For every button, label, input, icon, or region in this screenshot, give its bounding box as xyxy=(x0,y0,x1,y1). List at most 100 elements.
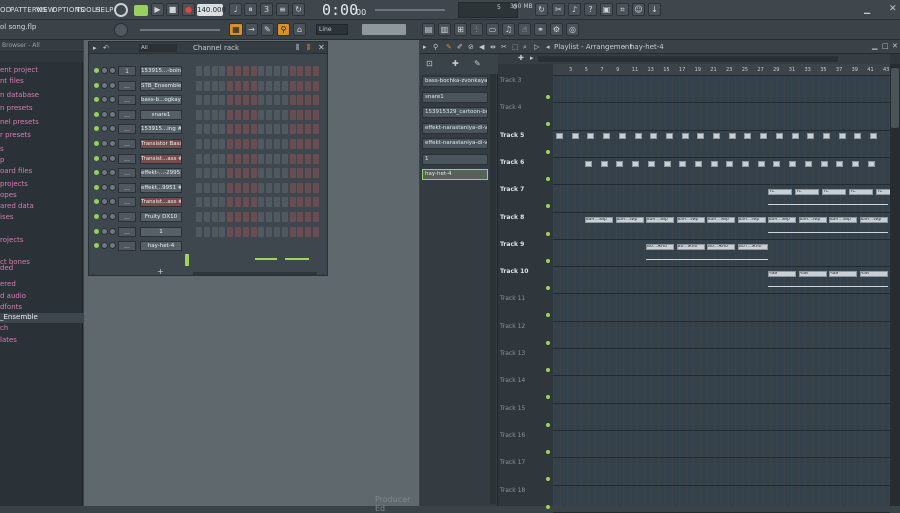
playlist-clip[interactable] xyxy=(854,132,862,139)
channel-mixer-track[interactable]: ... xyxy=(118,153,136,164)
playlist-min-icon[interactable]: ▁ xyxy=(872,42,877,50)
step-button[interactable] xyxy=(227,124,234,135)
step-button[interactable] xyxy=(211,66,218,76)
channel-rack-icon[interactable]: ⊞ xyxy=(454,23,467,36)
step-button[interactable] xyxy=(203,212,210,222)
channel-row[interactable]: ... Transist...ass #3 xyxy=(92,153,324,165)
step-button[interactable] xyxy=(196,66,202,76)
grid-icon[interactable]: ⌗ xyxy=(616,3,629,16)
step-button[interactable] xyxy=(313,153,319,164)
channel-name-button[interactable]: Transistor Bass xyxy=(140,139,182,149)
channel-mixer-track[interactable]: ... xyxy=(118,241,136,252)
playlist-clip[interactable]: Во...жно xyxy=(646,243,674,250)
step-button[interactable] xyxy=(274,66,280,76)
browser-item[interactable]: p xyxy=(0,156,4,166)
scroll-thumb[interactable] xyxy=(891,68,899,128)
step-button[interactable] xyxy=(211,124,218,135)
mixer-icon[interactable]: ✂ xyxy=(552,3,565,16)
track-header[interactable]: Track 14 xyxy=(500,377,525,384)
metronome-icon[interactable]: ♩ xyxy=(229,3,242,16)
step-button[interactable] xyxy=(305,212,312,222)
step-button[interactable] xyxy=(297,153,304,164)
step-button[interactable] xyxy=(313,226,319,237)
step-button[interactable] xyxy=(297,212,304,222)
track-header[interactable]: Track 17 xyxy=(500,459,525,466)
step-button[interactable] xyxy=(281,153,288,164)
playlist-back-icon[interactable]: ◂ xyxy=(546,43,550,51)
step-button[interactable] xyxy=(274,197,280,208)
step-button[interactable] xyxy=(219,139,226,149)
playlist-clip[interactable] xyxy=(851,160,859,167)
playlist-clip[interactable]: TC xyxy=(849,189,873,196)
playlist-clip[interactable] xyxy=(587,132,595,139)
master-volume-knob[interactable] xyxy=(114,3,128,17)
track-header[interactable]: Track 4 xyxy=(500,104,521,111)
playlist-clip[interactable] xyxy=(663,160,671,167)
step-button[interactable] xyxy=(297,182,304,193)
playlist-clip[interactable] xyxy=(618,132,626,139)
step-button[interactable] xyxy=(227,226,234,237)
step-button[interactable] xyxy=(227,109,234,120)
channel-row[interactable]: ... snare1 xyxy=(92,109,324,121)
tempo-display[interactable]: 140.000 xyxy=(197,4,226,16)
step-button[interactable] xyxy=(227,212,234,222)
step-button[interactable] xyxy=(227,139,234,149)
browser-item[interactable]: ent project xyxy=(0,66,38,76)
pitch-knob[interactable] xyxy=(114,23,128,37)
track-active-led[interactable] xyxy=(546,422,550,427)
step-button[interactable] xyxy=(297,168,304,179)
channel-name-button[interactable]: 153915...ing #2 xyxy=(140,124,182,135)
pattern-item[interactable]: hay-het-4 xyxy=(422,169,488,180)
step-button[interactable] xyxy=(305,66,312,76)
channel-name-button[interactable]: effekt-...-29951 xyxy=(140,168,182,179)
step-button[interactable] xyxy=(242,109,249,120)
playlist-clip[interactable] xyxy=(742,160,749,167)
channel-pan-knob[interactable] xyxy=(101,96,108,104)
step-button[interactable] xyxy=(297,109,304,120)
channel-mixer-track[interactable]: ... xyxy=(118,80,136,91)
master-pitch-slider[interactable] xyxy=(140,29,220,31)
track-header[interactable]: Track 3 xyxy=(500,77,521,84)
step-button[interactable] xyxy=(297,95,304,106)
play-icon[interactable]: ▶ xyxy=(151,3,164,16)
rack-close-icon[interactable]: ✕ xyxy=(318,43,325,52)
channel-mute-led[interactable] xyxy=(94,214,99,219)
step-button[interactable] xyxy=(274,124,280,135)
step-button[interactable] xyxy=(289,212,296,222)
channel-mute-led[interactable] xyxy=(94,126,99,132)
arrow-icon[interactable]: → xyxy=(245,23,258,36)
step-button[interactable] xyxy=(196,226,202,237)
step-button[interactable] xyxy=(258,168,265,179)
channel-name-button[interactable]: hay-het-4 xyxy=(140,241,182,252)
pattern-song-toggle[interactable] xyxy=(134,5,148,16)
pattern-item[interactable]: effekt-narastaniya-di-vs... xyxy=(422,122,488,134)
step-button[interactable] xyxy=(250,212,257,222)
playlist-clip[interactable] xyxy=(726,160,734,167)
playlist-clip[interactable] xyxy=(603,132,611,139)
pencil-icon[interactable]: ✎ xyxy=(261,23,274,36)
playlist-clip[interactable] xyxy=(822,132,830,139)
channel-mixer-track[interactable]: ... xyxy=(118,124,136,135)
playlist-clip[interactable] xyxy=(867,160,875,167)
step-button[interactable] xyxy=(274,168,280,179)
rack-bars-icon[interactable]: ⦀ xyxy=(307,43,311,53)
playlist-clip[interactable] xyxy=(804,160,812,167)
step-button[interactable] xyxy=(313,66,319,76)
step-button[interactable] xyxy=(313,197,319,208)
step-button[interactable] xyxy=(203,182,210,193)
step-button[interactable] xyxy=(281,139,288,149)
channel-mute-led[interactable] xyxy=(94,199,99,205)
step-button[interactable] xyxy=(258,66,265,76)
channel-volume-knob[interactable] xyxy=(109,125,116,133)
track-header[interactable]: Track 6 xyxy=(500,159,524,166)
step-button[interactable] xyxy=(219,182,226,193)
track-header[interactable]: Track 12 xyxy=(500,323,525,330)
channel-mute-led[interactable] xyxy=(94,82,99,88)
overview-scrollbar[interactable] xyxy=(538,56,838,62)
channel-name-button[interactable]: 153915...-boing xyxy=(140,66,182,76)
step-button[interactable] xyxy=(250,182,257,193)
browser-item[interactable]: ded xyxy=(0,264,13,274)
browser-item[interactable]: ises xyxy=(0,213,14,223)
step-button[interactable] xyxy=(242,80,249,91)
channel-pan-knob[interactable] xyxy=(101,81,108,89)
